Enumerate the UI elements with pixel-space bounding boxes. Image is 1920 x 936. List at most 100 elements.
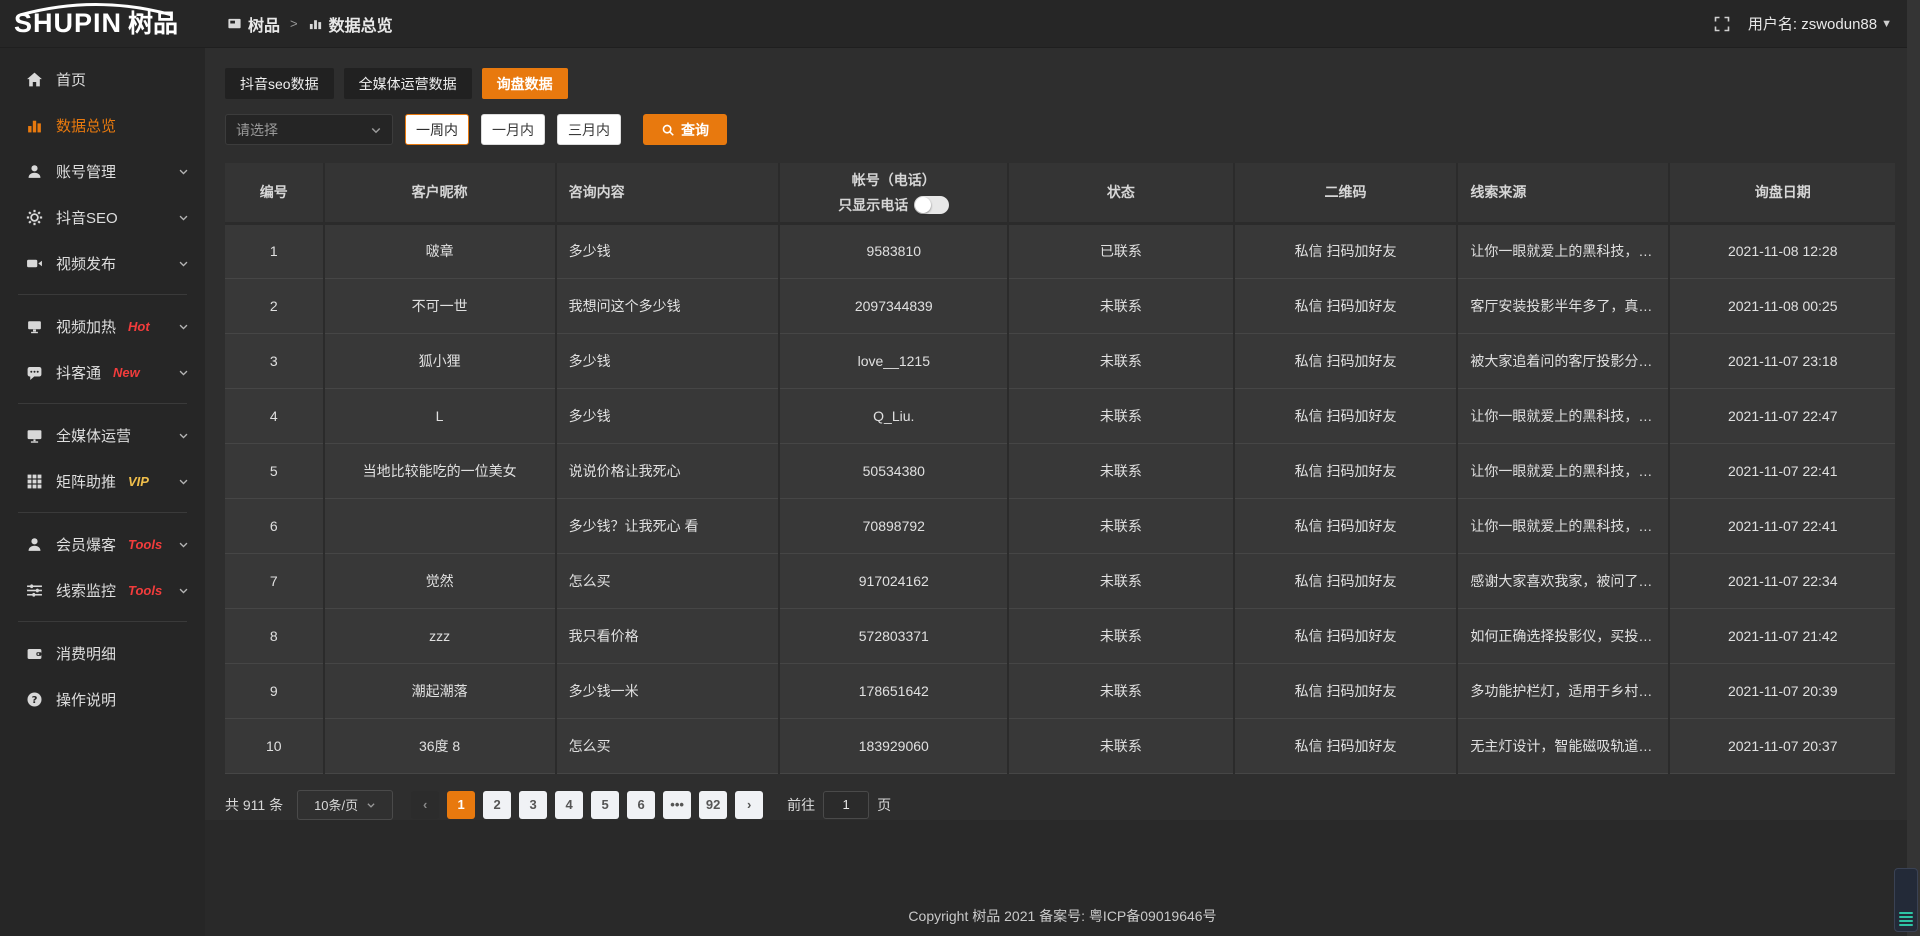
scrollbar[interactable]: [1907, 0, 1920, 936]
sidebar-item-member-boom[interactable]: 会员爆客Tools: [0, 521, 205, 567]
col-id: 编号: [225, 163, 324, 223]
user-menu[interactable]: 用户名: zswodun88 ▼: [1748, 13, 1892, 34]
select-placeholder: 请选择: [236, 120, 278, 140]
sidebar-item-video-publish[interactable]: 视频发布: [0, 240, 205, 286]
sidebar-item-label: 全媒体运营: [56, 425, 131, 446]
page-size-select[interactable]: 10条/页: [297, 790, 393, 820]
page-button-2[interactable]: 2: [483, 791, 511, 819]
sidebar-item-media-ops[interactable]: 全媒体运营: [0, 412, 205, 458]
cell-source-link[interactable]: 让你一眼就爱上的黑科技，能...: [1457, 388, 1669, 443]
cell-date: 2021-11-07 21:42: [1669, 608, 1895, 663]
cell-status: 未联系: [1008, 663, 1233, 718]
board-icon: [227, 16, 242, 31]
cell-id: 3: [225, 333, 324, 388]
cell-nickname: 不可一世: [324, 278, 556, 333]
range-week-button[interactable]: 一周内: [405, 114, 469, 145]
page-button-5[interactable]: 5: [591, 791, 619, 819]
page-button-1[interactable]: 1: [447, 791, 475, 819]
col-qrcode: 二维码: [1234, 163, 1458, 223]
fullscreen-icon[interactable]: [1714, 16, 1730, 32]
cell-source-link[interactable]: 让你一眼就爱上的黑科技，能...: [1457, 443, 1669, 498]
cell-content: 说说价格让我死心: [556, 443, 780, 498]
page-ellipsis-button[interactable]: •••: [663, 791, 691, 819]
sidebar-item-video-heat[interactable]: 视频加热Hot: [0, 303, 205, 349]
page-button-6[interactable]: 6: [627, 791, 655, 819]
col-content: 咨询内容: [556, 163, 780, 223]
range-quarter-button[interactable]: 三月内: [557, 114, 621, 145]
cell-source-link[interactable]: 让你一眼就爱上的黑科技，能...: [1457, 498, 1669, 553]
col-source: 线索来源: [1457, 163, 1669, 223]
tab-media-ops-data[interactable]: 全媒体运营数据: [344, 68, 472, 99]
page-button-4[interactable]: 4: [555, 791, 583, 819]
cell-qrcode-link[interactable]: 私信 扫码加好友: [1234, 388, 1458, 443]
inquiry-table: 编号 客户昵称 咨询内容 帐号（电话） 只显示电话 状态 二维码 线索来源: [225, 163, 1895, 774]
cell-status: 未联系: [1008, 278, 1233, 333]
cell-source-link[interactable]: 如何正确选择投影仪，买投影...: [1457, 608, 1669, 663]
cell-qrcode-link[interactable]: 私信 扫码加好友: [1234, 333, 1458, 388]
cell-source-link[interactable]: 感谢大家喜欢我家，被问了好...: [1457, 553, 1669, 608]
breadcrumb: 树品 > 数据总览: [227, 12, 393, 36]
cell-date: 2021-11-07 22:41: [1669, 443, 1895, 498]
next-page-button[interactable]: ›: [735, 791, 763, 819]
douketong-icon: [26, 364, 43, 381]
sidebar-item-label: 线索监控: [56, 580, 116, 601]
cell-qrcode-link[interactable]: 私信 扫码加好友: [1234, 223, 1458, 278]
sidebar-item-consume-detail[interactable]: 消费明细: [0, 630, 205, 676]
main-area: 抖音seo数据 全媒体运营数据 询盘数据 请选择 一周内 一月内 三月内: [205, 48, 1920, 936]
cell-account: love__1215: [779, 333, 1008, 388]
chevron-down-icon: [178, 585, 189, 596]
sidebar: 首页数据总览账号管理抖音SEO视频发布视频加热Hot抖客通New 全媒体运营矩阵助…: [0, 48, 205, 936]
table-row: 1036度 8怎么买183929060未联系私信 扫码加好友无主灯设计，智能磁吸…: [225, 718, 1895, 773]
cell-source-link[interactable]: 让你一眼就爱上的黑科技，能...: [1457, 223, 1669, 278]
phone-only-toggle[interactable]: [914, 196, 949, 214]
cell-qrcode-link[interactable]: 私信 扫码加好友: [1234, 278, 1458, 333]
sidebar-item-account-manage[interactable]: 账号管理: [0, 148, 205, 194]
goto-label: 前往: [787, 795, 815, 815]
range-month-button[interactable]: 一月内: [481, 114, 545, 145]
sidebar-item-label: 矩阵助推: [56, 471, 116, 492]
sidebar-item-matrix-boost[interactable]: 矩阵助推VIP: [0, 458, 205, 504]
sidebar-item-label: 操作说明: [56, 689, 116, 710]
tab-douyin-seo-data[interactable]: 抖音seo数据: [225, 68, 334, 99]
cell-source-link[interactable]: 被大家追着问的客厅投影分享...: [1457, 333, 1669, 388]
floating-widget[interactable]: [1894, 868, 1918, 932]
cell-qrcode-link[interactable]: 私信 扫码加好友: [1234, 718, 1458, 773]
tab-inquiry-data[interactable]: 询盘数据: [482, 68, 568, 99]
table-row: 8zzz我只看价格572803371未联系私信 扫码加好友如何正确选择投影仪，买…: [225, 608, 1895, 663]
cell-date: 2021-11-08 12:28: [1669, 223, 1895, 278]
cell-source-link[interactable]: 客厅安装投影半年多了，真实...: [1457, 278, 1669, 333]
goto-page-input[interactable]: [823, 791, 869, 819]
sidebar-item-douyin-seo[interactable]: 抖音SEO: [0, 194, 205, 240]
cell-qrcode-link[interactable]: 私信 扫码加好友: [1234, 443, 1458, 498]
sidebar-item-label: 首页: [56, 69, 86, 90]
sidebar-item-label: 账号管理: [56, 161, 116, 182]
help-icon: ?: [26, 691, 43, 708]
sidebar-item-help[interactable]: ? 操作说明: [0, 676, 205, 722]
cell-qrcode-link[interactable]: 私信 扫码加好友: [1234, 663, 1458, 718]
breadcrumb-home[interactable]: 树品: [227, 12, 280, 36]
cell-qrcode-link[interactable]: 私信 扫码加好友: [1234, 498, 1458, 553]
cell-source-link[interactable]: 多功能护栏灯，适用于乡村文...: [1457, 663, 1669, 718]
query-button[interactable]: 查询: [643, 114, 727, 145]
cell-status: 已联系: [1008, 223, 1233, 278]
page-button-92[interactable]: 92: [699, 791, 727, 819]
account-select[interactable]: 请选择: [225, 114, 393, 145]
sidebar-item-clue-monitor[interactable]: 线索监控Tools: [0, 567, 205, 613]
cell-id: 4: [225, 388, 324, 443]
toggle-knob: [915, 197, 931, 213]
logo-arc: [16, 2, 176, 16]
cell-source-link[interactable]: 无主灯设计，智能磁吸轨道灯...: [1457, 718, 1669, 773]
cell-qrcode-link[interactable]: 私信 扫码加好友: [1234, 553, 1458, 608]
table-row: 1啵章多少钱9583810已联系私信 扫码加好友让你一眼就爱上的黑科技，能...…: [225, 223, 1895, 278]
breadcrumb-current[interactable]: 数据总览: [308, 12, 393, 36]
sidebar-item-douketong[interactable]: 抖客通New: [0, 349, 205, 395]
prev-page-button[interactable]: ‹: [411, 791, 439, 819]
sidebar-item-home[interactable]: 首页: [0, 56, 205, 102]
table-row: 7觉然怎么买917024162未联系私信 扫码加好友感谢大家喜欢我家，被问了好.…: [225, 553, 1895, 608]
cell-qrcode-link[interactable]: 私信 扫码加好友: [1234, 608, 1458, 663]
cell-nickname: L: [324, 388, 556, 443]
table-row: 6多少钱？让我死心 看70898792未联系私信 扫码加好友让你一眼就爱上的黑科…: [225, 498, 1895, 553]
page-button-3[interactable]: 3: [519, 791, 547, 819]
sidebar-item-data-overview[interactable]: 数据总览: [0, 102, 205, 148]
cell-nickname: 潮起潮落: [324, 663, 556, 718]
